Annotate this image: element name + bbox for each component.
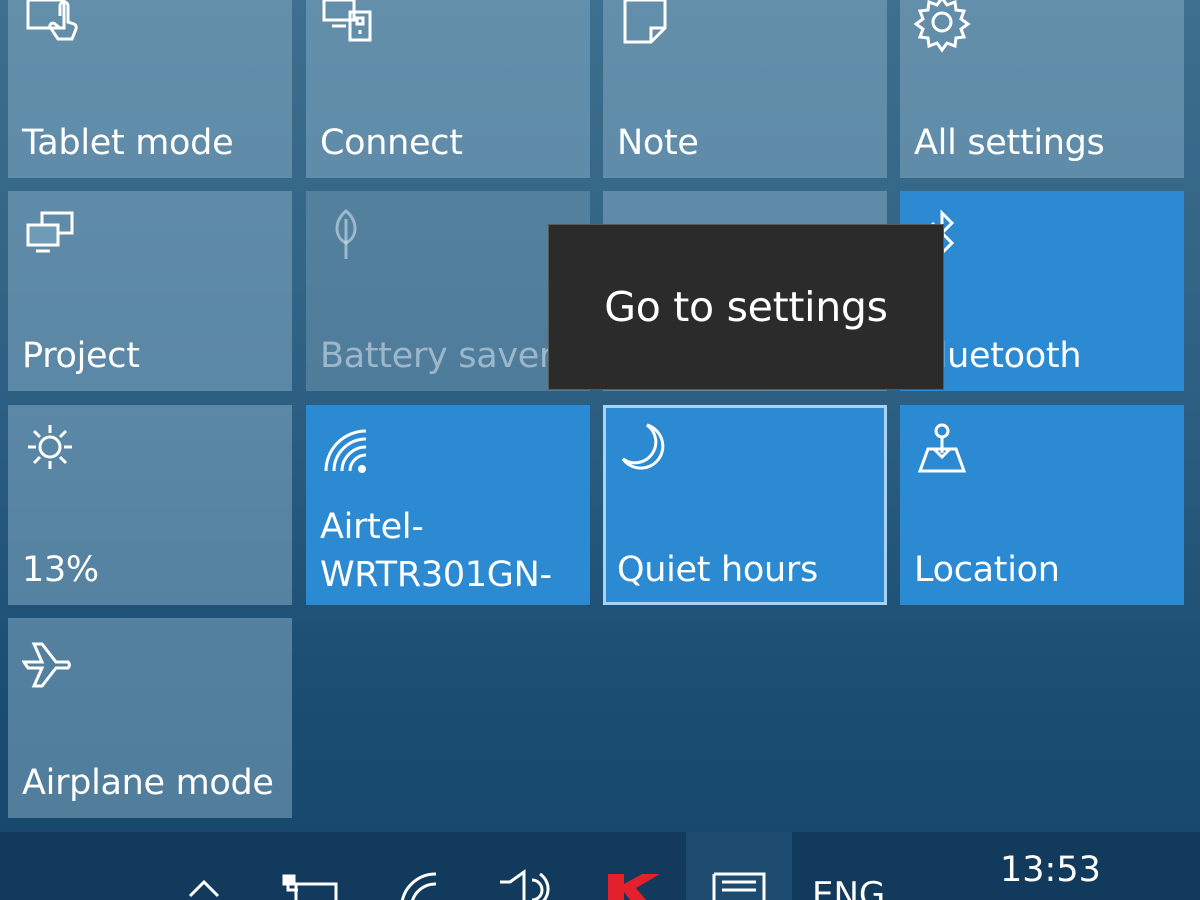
volume-icon[interactable] bbox=[494, 832, 554, 900]
airplane-mode-tile[interactable]: Airplane mode bbox=[8, 618, 292, 818]
connect-label: Connect bbox=[320, 123, 463, 163]
location-tile[interactable]: Location bbox=[900, 405, 1184, 605]
brightness-tile[interactable]: 13% bbox=[8, 405, 292, 605]
clock[interactable]: 13:53 bbox=[1000, 850, 1101, 890]
tooltip-text: Go to settings bbox=[604, 283, 888, 331]
language-indicator[interactable]: ENG bbox=[812, 878, 885, 900]
wifi-label: Airtel-WRTR301GN- bbox=[320, 507, 552, 595]
wifi-tile[interactable]: Airtel-WRTR301GN- bbox=[306, 405, 590, 605]
moon-icon bbox=[617, 419, 677, 479]
battery-icon[interactable] bbox=[278, 832, 344, 900]
sun-icon bbox=[22, 419, 82, 479]
project-icon bbox=[22, 205, 82, 265]
airplane-icon bbox=[22, 632, 82, 692]
project-label: Project bbox=[22, 336, 140, 376]
gear-icon bbox=[914, 0, 974, 54]
quiet-hours-tile[interactable]: Quiet hours bbox=[603, 405, 887, 605]
tablet-mode-icon bbox=[22, 0, 82, 54]
tablet-mode-label: Tablet mode bbox=[22, 123, 234, 163]
tablet-mode-tile[interactable]: Tablet mode bbox=[8, 0, 292, 178]
kaspersky-icon[interactable] bbox=[600, 832, 664, 900]
chevron-up-icon[interactable] bbox=[184, 832, 224, 900]
note-label: Note bbox=[617, 123, 699, 163]
location-icon bbox=[914, 419, 974, 479]
connect-tile[interactable]: Connect bbox=[306, 0, 590, 178]
network-icon[interactable] bbox=[396, 832, 450, 900]
all-settings-tile[interactable]: All settings bbox=[900, 0, 1184, 178]
note-icon bbox=[617, 0, 677, 54]
note-tile[interactable]: Note bbox=[603, 0, 887, 178]
action-center-icon[interactable] bbox=[708, 832, 770, 900]
airplane-mode-label: Airplane mode bbox=[22, 763, 274, 803]
action-center-panel: Tablet mode Connect Note All settings Pr… bbox=[0, 0, 1200, 900]
tooltip: Go to settings bbox=[548, 224, 944, 390]
quiet-hours-label: Quiet hours bbox=[617, 550, 818, 590]
project-tile[interactable]: Project bbox=[8, 191, 292, 391]
all-settings-label: All settings bbox=[914, 123, 1105, 163]
leaf-icon bbox=[320, 205, 380, 265]
location-label: Location bbox=[914, 550, 1060, 590]
brightness-label: 13% bbox=[22, 550, 99, 590]
wifi-icon bbox=[320, 425, 380, 485]
connect-icon bbox=[320, 0, 380, 54]
taskbar: ENG 13:53 bbox=[0, 832, 1200, 900]
battery-saver-label: Battery saver bbox=[320, 336, 554, 376]
